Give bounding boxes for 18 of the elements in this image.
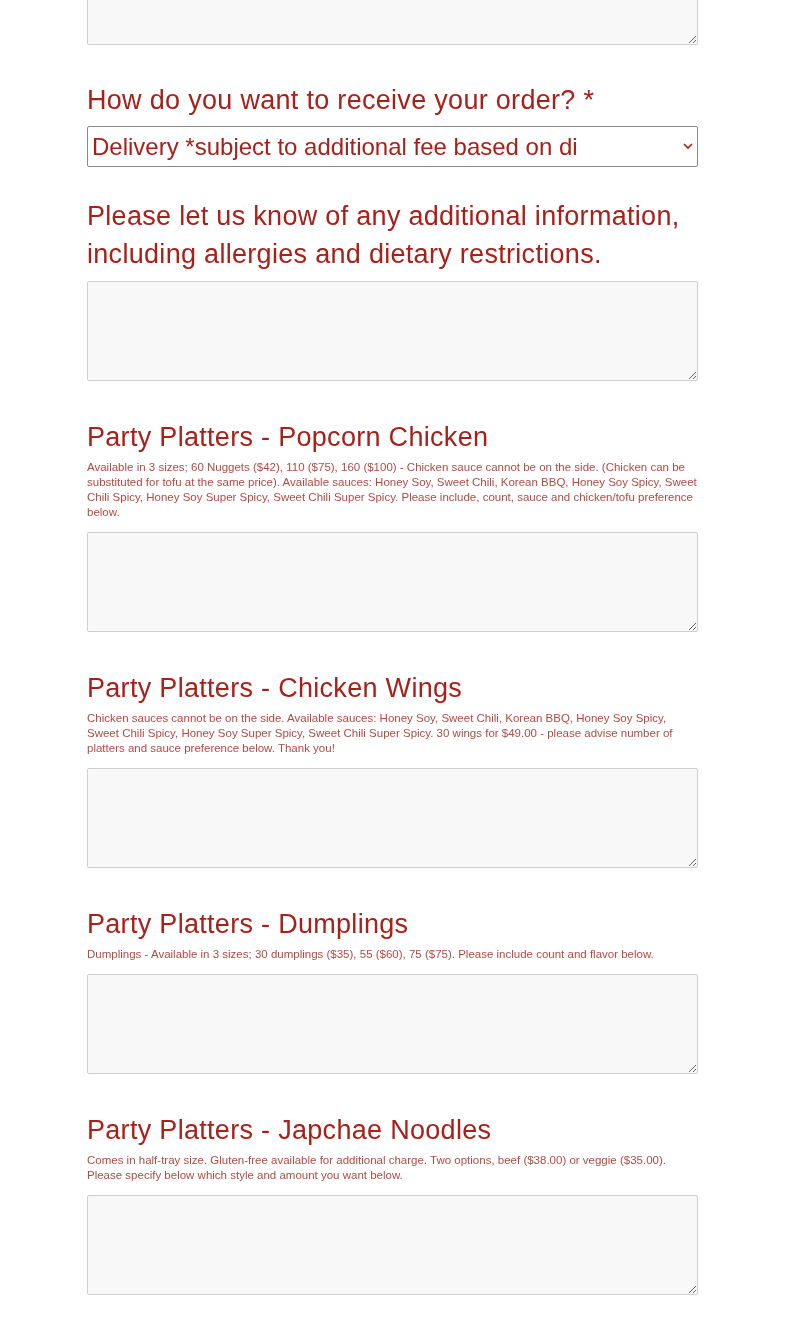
section-description: Chicken sauces cannot be on the side. Available sauces: Honey Soy, Sweet Chili, Korean BBQ, Honey Soy Spicy, Sweet Chili Spicy, Honey Soy Super Spicy, Sweet Chili Super Spicy. 30 wings for $49.00 - please advise number of platters and sauce preference below. Thank you! xyxy=(87,711,674,756)
section-heading: Party Platters - Dumplings xyxy=(87,908,410,941)
chevron-down-icon xyxy=(683,143,693,150)
text-area[interactable] xyxy=(87,1195,698,1295)
field-label: Please let us know of any additional information, including allergies and dietary restrictions. xyxy=(87,200,681,271)
text-area[interactable] xyxy=(87,281,698,381)
section-description: Available in 3 sizes; 60 Nuggets ($42), 110 ($75), 160 ($100) - Chicken sauce cannot be on the side. (Chicken can be substituted for tofu at the same price). Available sauces: Honey Soy, Sweet Chili, Korean BBQ, Honey Soy Spicy, Sweet Chili Spicy, Honey Soy Super Spicy, Sweet Chili Super Spicy. Please include, count, sauce and chicken/tofu preference below. xyxy=(87,460,698,520)
field-label: How do you want to receive your order? * xyxy=(87,84,596,117)
section-description: Dumplings - Available in 3 sizes; 30 dumplings ($35), 55 ($60), 75 ($75). Please include count and flavor below. xyxy=(87,947,655,962)
text-area[interactable] xyxy=(87,768,698,868)
text-area[interactable] xyxy=(87,974,698,1074)
text-area[interactable] xyxy=(87,532,698,632)
section-heading: Party Platters - Chicken Wings xyxy=(87,672,464,705)
section-description: Comes in half-tray size. Gluten-free available for additional charge. Two options, beef ($38.00) or veggie ($35.00). Please specify below which style and amount you want below. xyxy=(87,1153,667,1183)
delivery-select[interactable]: Delivery *subject to additional fee based on di xyxy=(87,126,698,167)
text-area[interactable] xyxy=(87,0,698,45)
section-heading: Party Platters - Popcorn Chicken xyxy=(87,421,490,454)
section-heading: Party Platters - Japchae Noodles xyxy=(87,1114,493,1147)
